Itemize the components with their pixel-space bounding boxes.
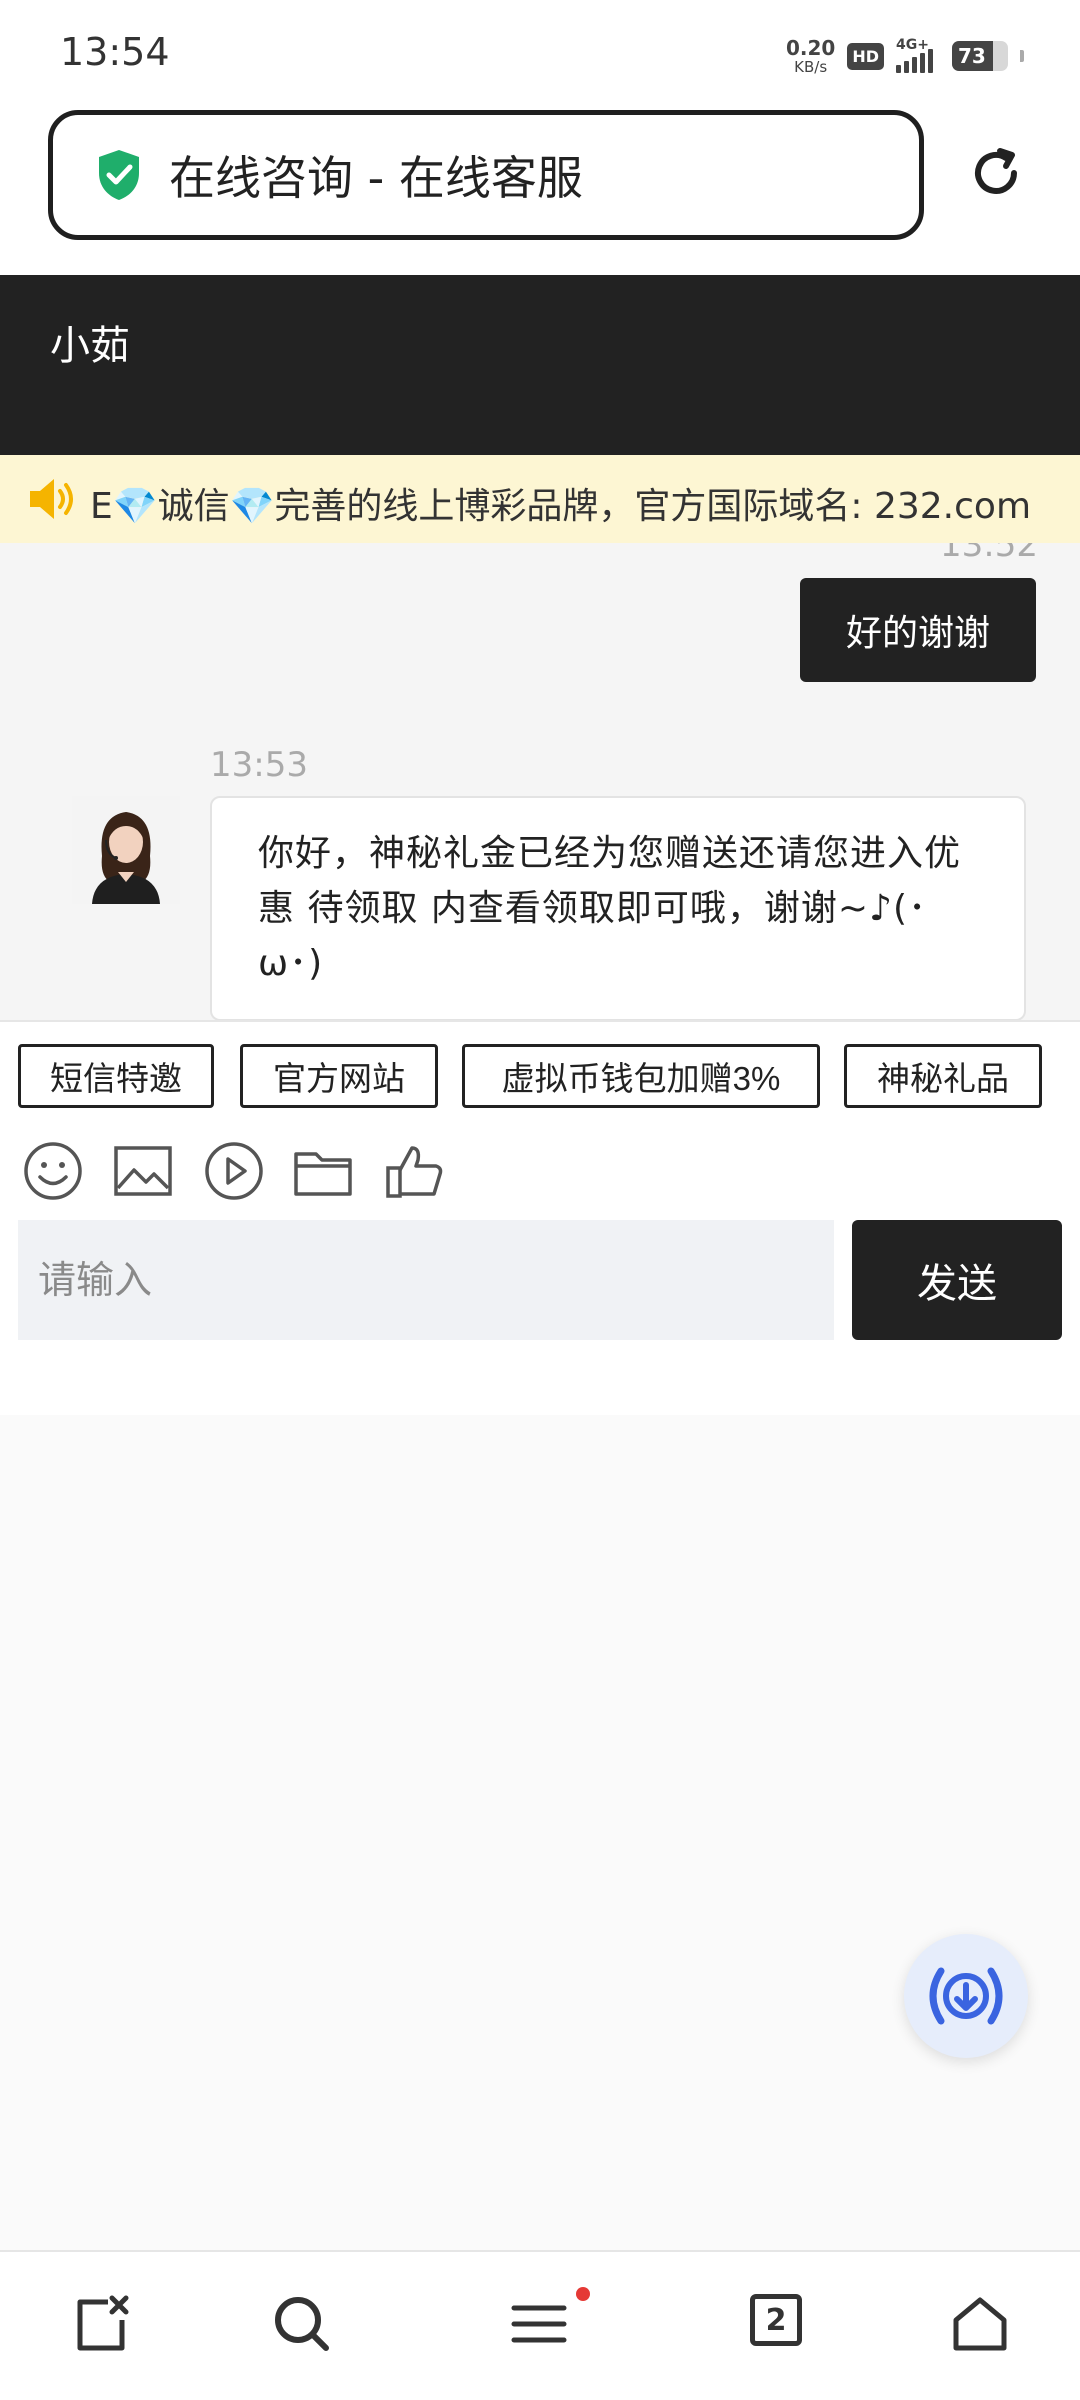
bottom-navigation: 2 bbox=[0, 2250, 1080, 2400]
network-speed-unit: KB/s bbox=[794, 57, 828, 76]
status-indicators: 0.20 KB/s HD 4G+ 73 bbox=[786, 36, 1024, 76]
announcement-bar: E💎诚信💎完善的线上博彩品牌，官方国际域名: 232.com bbox=[0, 455, 1080, 543]
status-bar: 13:54 0.20 KB/s HD 4G+ 73 bbox=[0, 0, 1080, 105]
network-type: 4G+ bbox=[896, 37, 929, 53]
chat-toolbar bbox=[0, 1120, 1080, 1220]
menu-icon[interactable] bbox=[508, 2292, 572, 2356]
send-button[interactable]: 发送 bbox=[852, 1220, 1062, 1340]
quick-reply-sms-invite[interactable]: 短信特邀 bbox=[18, 1044, 214, 1108]
quick-reply-mystery-gift[interactable]: 神秘礼品 bbox=[844, 1044, 1042, 1108]
hd-badge: HD bbox=[847, 42, 884, 70]
quick-reply-bar: 短信特邀 官方网站 虚拟币钱包加赠3% 神秘礼品 bbox=[0, 1020, 1080, 1120]
image-icon[interactable] bbox=[112, 1140, 174, 1202]
network-speed: 0.20 KB/s bbox=[786, 38, 835, 75]
emoji-icon[interactable] bbox=[22, 1140, 84, 1202]
address-bar[interactable]: 在线咨询 - 在线客服 bbox=[48, 110, 924, 240]
agent-name: 小茹 bbox=[50, 323, 130, 369]
status-time: 13:54 bbox=[60, 30, 170, 74]
incoming-message: 你好，神秘礼金已经为您赠送还请您进入优惠 待领取 内查看领取即可哦，谢谢~♪(･… bbox=[210, 796, 1026, 1020]
network-speed-value: 0.20 bbox=[785, 35, 836, 60]
battery-level: 73 bbox=[958, 44, 986, 68]
input-row: 发送 bbox=[0, 1220, 1080, 1415]
message-input[interactable] bbox=[18, 1220, 834, 1340]
quick-reply-official-site[interactable]: 官方网站 bbox=[240, 1044, 438, 1108]
speaker-icon bbox=[30, 479, 73, 519]
folder-icon[interactable] bbox=[292, 1140, 354, 1202]
message-list[interactable]: 13:52 好的谢谢 13:53 你好，神秘礼金已经为您赠送还请您进入优惠 待领… bbox=[0, 543, 1080, 1020]
home-icon[interactable] bbox=[948, 2292, 1012, 2356]
battery-icon: 73 bbox=[952, 41, 1008, 71]
chat-header: 小茹 bbox=[0, 275, 1080, 455]
floating-download-button[interactable] bbox=[904, 1934, 1028, 2058]
message-timestamp: 13:52 bbox=[940, 543, 1038, 565]
page-title: 在线咨询 - 在线客服 bbox=[169, 151, 583, 205]
agent-avatar-image bbox=[72, 796, 180, 904]
tabs-icon[interactable]: 2 bbox=[750, 2294, 802, 2346]
download-icon bbox=[929, 1967, 1003, 2025]
reload-icon[interactable] bbox=[966, 143, 1026, 203]
quick-reply-crypto-bonus[interactable]: 虚拟币钱包加赠3% bbox=[462, 1044, 820, 1108]
announcement-clip: E💎诚信💎完善的线上博彩品牌，官方国际域名: 232.com bbox=[90, 455, 1050, 543]
outgoing-message: 好的谢谢 bbox=[799, 578, 1036, 682]
video-icon[interactable] bbox=[203, 1140, 265, 1202]
signal-icon: 4G+ bbox=[896, 37, 940, 73]
search-icon[interactable] bbox=[270, 2292, 334, 2356]
thumbs-up-icon[interactable] bbox=[384, 1140, 446, 1202]
shield-check-icon bbox=[99, 150, 139, 200]
notification-dot bbox=[576, 2287, 590, 2301]
browser-address-area: 在线咨询 - 在线客服 bbox=[0, 105, 1080, 275]
agent-avatar bbox=[72, 796, 180, 904]
message-timestamp: 13:53 bbox=[210, 745, 308, 785]
announcement-text: E💎诚信💎完善的线上博彩品牌，官方国际域名: 232.com bbox=[90, 486, 1032, 527]
close-tab-icon[interactable] bbox=[70, 2292, 134, 2356]
battery-tip bbox=[1020, 50, 1024, 62]
